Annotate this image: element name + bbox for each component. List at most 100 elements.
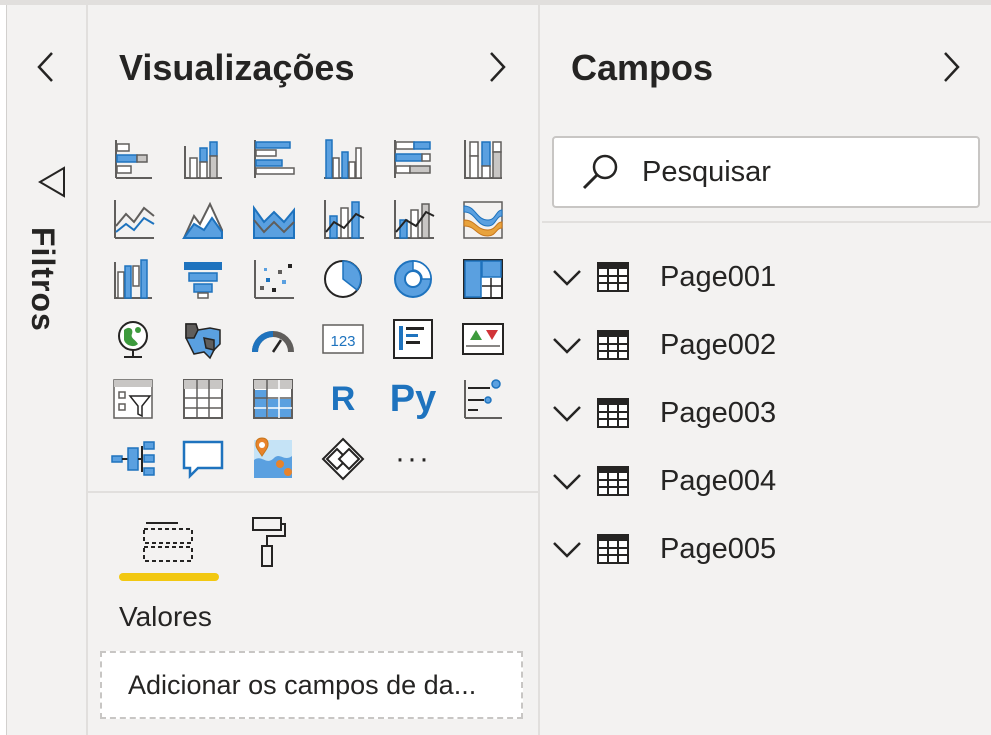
chevron-down-icon [553, 474, 581, 490]
stacked-area-chart-icon [253, 204, 295, 239]
chevron-right-icon [944, 52, 960, 82]
stacked-area-chart-button[interactable] [246, 193, 300, 245]
card-icon: 123 [322, 324, 364, 354]
search-input[interactable] [642, 155, 962, 189]
more-visuals-button[interactable]: ··· [386, 433, 440, 485]
format-tab[interactable] [235, 510, 299, 574]
clustered-bar-chart-icon [254, 140, 295, 178]
section-divider [88, 491, 538, 493]
stacked-bar-chart-icon [115, 140, 152, 179]
chevron-right-icon [490, 52, 506, 82]
table-icon [597, 398, 629, 428]
clustered-column-chart-button[interactable] [316, 133, 370, 185]
scatter-chart-icon [254, 260, 294, 299]
search-box[interactable] [552, 136, 980, 208]
card-button[interactable]: 123 [316, 313, 370, 365]
scatter-chart-button[interactable] [246, 253, 300, 305]
slicer-button[interactable] [106, 373, 160, 425]
expand-filters-button[interactable] [30, 49, 60, 85]
fields-pane: Campos Page001 Page002 Page003 Page004 [542, 5, 991, 735]
treemap-icon [463, 259, 503, 299]
values-drop-well[interactable]: Adicionar os campos de da... [100, 651, 523, 719]
line-and-stacked-column-chart-button[interactable] [316, 193, 370, 245]
table-item[interactable]: Page005 [542, 519, 991, 579]
filled-map-button[interactable] [176, 313, 230, 365]
more-visuals-icon: ··· [395, 442, 431, 475]
table-item[interactable]: Page001 [542, 247, 991, 307]
chevron-down-icon [553, 542, 581, 558]
100-percent-stacked-column-chart-icon [464, 140, 502, 179]
waterfall-chart-button[interactable] [106, 253, 160, 305]
funnel-chart-button[interactable] [176, 253, 230, 305]
canvas-edge [0, 5, 7, 735]
area-chart-icon [182, 201, 223, 239]
arcgis-map-button[interactable] [246, 433, 300, 485]
line-and-clustered-column-chart-button[interactable] [386, 193, 440, 245]
decomposition-tree-button[interactable] [106, 433, 160, 485]
table-icon [597, 330, 629, 360]
gauge-button[interactable] [246, 313, 300, 365]
qa-button[interactable] [176, 433, 230, 485]
line-chart-icon [114, 200, 155, 239]
multi-row-card-button[interactable] [386, 313, 440, 365]
table-icon [597, 262, 629, 292]
table-item[interactable]: Page002 [542, 315, 991, 375]
table-name: Page005 [660, 532, 777, 565]
kpi-button[interactable] [456, 313, 510, 365]
visualizations-title: Visualizações [119, 47, 355, 88]
stacked-bar-chart-button[interactable] [106, 133, 160, 185]
collapse-visualizations-button[interactable] [483, 49, 513, 85]
filters-label[interactable]: Filtros [24, 227, 61, 332]
table-item[interactable]: Page003 [542, 383, 991, 443]
line-chart-button[interactable] [106, 193, 160, 245]
chevron-down-icon [553, 406, 581, 422]
r-script-visual-button[interactable]: R [316, 373, 370, 425]
r-script-visual-icon: R [330, 379, 356, 418]
kpi-icon [462, 323, 504, 355]
stacked-column-chart-button[interactable] [176, 133, 230, 185]
power-apps-button[interactable] [316, 433, 370, 485]
ribbon-chart-button[interactable] [456, 193, 510, 245]
100-percent-stacked-bar-chart-button[interactable] [386, 133, 440, 185]
collapse-fields-button[interactable] [937, 49, 967, 85]
map-button[interactable] [106, 313, 160, 365]
chevron-down-icon [553, 270, 581, 286]
pie-chart-button[interactable] [316, 253, 370, 305]
table-icon [183, 379, 223, 419]
donut-chart-icon [394, 260, 432, 298]
fields-title: Campos [571, 47, 714, 88]
filter-funnel-icon [38, 166, 65, 198]
matrix-button[interactable] [246, 373, 300, 425]
chevron-down-icon [553, 338, 581, 354]
table-item[interactable]: Page004 [542, 451, 991, 511]
table-name: Page004 [660, 464, 777, 497]
treemap-button[interactable] [456, 253, 510, 305]
fields-divider [542, 221, 991, 223]
python-visual-icon: Py [389, 377, 437, 420]
funnel-chart-icon [184, 262, 222, 299]
matrix-icon [253, 379, 293, 419]
donut-chart-button[interactable] [386, 253, 440, 305]
area-chart-button[interactable] [176, 193, 230, 245]
pie-chart-icon [324, 260, 362, 298]
card-number: 123 [330, 333, 355, 350]
arcgis-map-icon [254, 437, 292, 478]
visualizations-pane: Visualizações 123 R Py ··· Valores Adici… [88, 5, 540, 735]
fields-wells-tab[interactable] [136, 510, 200, 574]
multi-row-card-icon [393, 319, 433, 359]
table-icon [597, 466, 629, 496]
key-influencers-button[interactable] [456, 373, 510, 425]
table-visual-button[interactable] [176, 373, 230, 425]
clustered-bar-chart-button[interactable] [246, 133, 300, 185]
paint-roller-icon [252, 517, 286, 567]
clustered-column-chart-icon [324, 139, 362, 179]
values-label: Valores [119, 601, 212, 632]
100-percent-stacked-bar-chart-icon [394, 140, 431, 178]
slicer-icon [113, 379, 153, 419]
python-visual-button[interactable]: Py [386, 373, 440, 425]
table-name: Page002 [660, 328, 777, 361]
ribbon-chart-icon [463, 201, 503, 239]
100-percent-stacked-column-chart-button[interactable] [456, 133, 510, 185]
map-icon [118, 321, 148, 358]
decomposition-tree-icon [111, 441, 155, 476]
